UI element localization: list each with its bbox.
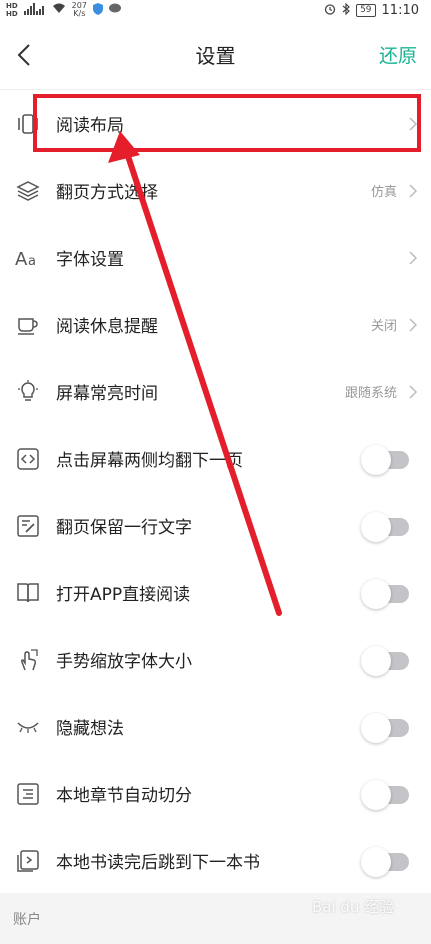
hd-badge: HD: [6, 2, 18, 10]
setting-row-screen-on-time[interactable]: 屏幕常亮时间 跟随系统: [0, 358, 431, 425]
setting-label: 翻页方式选择: [56, 183, 158, 203]
book-icon: [0, 582, 56, 604]
toggle-switch[interactable]: [361, 511, 413, 542]
speed-unit: K/s: [73, 9, 86, 18]
settings-list: 阅读布局 翻页方式选择 仿真 Aa 字体设置 阅读休息提醒 关闭 屏幕常亮时间 …: [0, 90, 431, 894]
chevron-right-icon: [401, 384, 425, 399]
edit-page-icon: [0, 514, 56, 537]
alarm-icon: [324, 3, 336, 18]
setting-row-reading-layout[interactable]: 阅读布局: [0, 90, 431, 157]
gesture-icon: [0, 648, 56, 672]
chevron-right-icon: [401, 116, 425, 131]
battery-indicator: 59: [356, 3, 376, 17]
setting-label: 打开APP直接阅读: [56, 585, 191, 605]
setting-value: 跟随系统: [344, 386, 397, 401]
toggle-switch[interactable]: [361, 846, 413, 877]
message-icon: [108, 3, 121, 17]
setting-row-rest-reminder[interactable]: 阅读休息提醒 关闭: [0, 291, 431, 358]
setting-value: 关闭: [370, 319, 397, 334]
signal-icon: [23, 2, 46, 18]
chevron-right-icon: [401, 250, 425, 265]
network-speed: 207 K/s: [72, 2, 87, 18]
wifi-icon: [52, 3, 66, 17]
setting-label: 点击屏幕两侧均翻下一页: [56, 451, 243, 471]
setting-row-pinch-zoom-font: 手势缩放字体大小: [0, 626, 431, 693]
status-bar: HD HD 207 K/s 59 11:10: [0, 0, 431, 20]
cup-icon: [0, 315, 56, 335]
setting-label: 手势缩放字体大小: [56, 652, 192, 672]
lightbulb-icon: [0, 379, 56, 404]
setting-label: 字体设置: [56, 250, 124, 270]
shield-icon: [92, 2, 103, 18]
chevron-right-icon: [401, 317, 425, 332]
setting-row-hide-thoughts: 隐藏想法: [0, 693, 431, 760]
hd-badge: HD: [6, 10, 18, 18]
next-book-icon: [0, 849, 56, 872]
toggle-switch[interactable]: [361, 444, 413, 475]
section-label: 账户: [13, 911, 41, 928]
svg-text:A: A: [15, 249, 28, 268]
toggle-switch[interactable]: [361, 578, 413, 609]
setting-label: 屏幕常亮时间: [56, 384, 158, 404]
back-button[interactable]: [0, 31, 48, 79]
setting-row-font[interactable]: Aa 字体设置: [0, 224, 431, 291]
setting-row-tap-sides-next-page: 点击屏幕两侧均翻下一页: [0, 425, 431, 492]
svg-text:a: a: [28, 254, 36, 268]
setting-label: 本地章节自动切分: [56, 786, 192, 806]
toggle-switch[interactable]: [361, 645, 413, 676]
chevron-left-icon: [17, 43, 30, 66]
font-icon: Aa: [0, 248, 56, 268]
toggle-switch[interactable]: [361, 712, 413, 743]
setting-row-next-book: 本地书读完后跳到下一本书: [0, 827, 431, 894]
closed-eye-icon: [0, 720, 56, 734]
setting-row-keep-one-line: 翻页保留一行文字: [0, 492, 431, 559]
page-title: 设置: [195, 44, 236, 68]
setting-row-open-app-read: 打开APP直接阅读: [0, 559, 431, 626]
chapter-list-icon: [0, 782, 56, 805]
setting-label: 阅读布局: [56, 116, 124, 136]
bluetooth-icon: [342, 2, 350, 18]
clock: 11:10: [381, 2, 419, 18]
setting-label: 阅读休息提醒: [56, 317, 158, 337]
setting-row-auto-split-chapters: 本地章节自动切分: [0, 760, 431, 827]
section-header-account: 账户: [0, 893, 431, 944]
code-icon: [0, 447, 56, 470]
setting-value: 仿真: [370, 185, 397, 200]
setting-label: 隐藏想法: [56, 719, 124, 739]
restore-button[interactable]: 还原: [379, 41, 417, 68]
layers-icon: [0, 179, 56, 203]
chevron-right-icon: [401, 183, 425, 198]
layout-icon: [0, 113, 56, 135]
setting-label: 本地书读完后跳到下一本书: [56, 853, 260, 873]
nav-header: 设置 还原: [0, 20, 431, 90]
toggle-switch[interactable]: [361, 779, 413, 810]
hd-indicators: HD HD: [6, 2, 18, 18]
setting-label: 翻页保留一行文字: [56, 518, 192, 538]
setting-row-page-turn-mode[interactable]: 翻页方式选择 仿真: [0, 157, 431, 224]
